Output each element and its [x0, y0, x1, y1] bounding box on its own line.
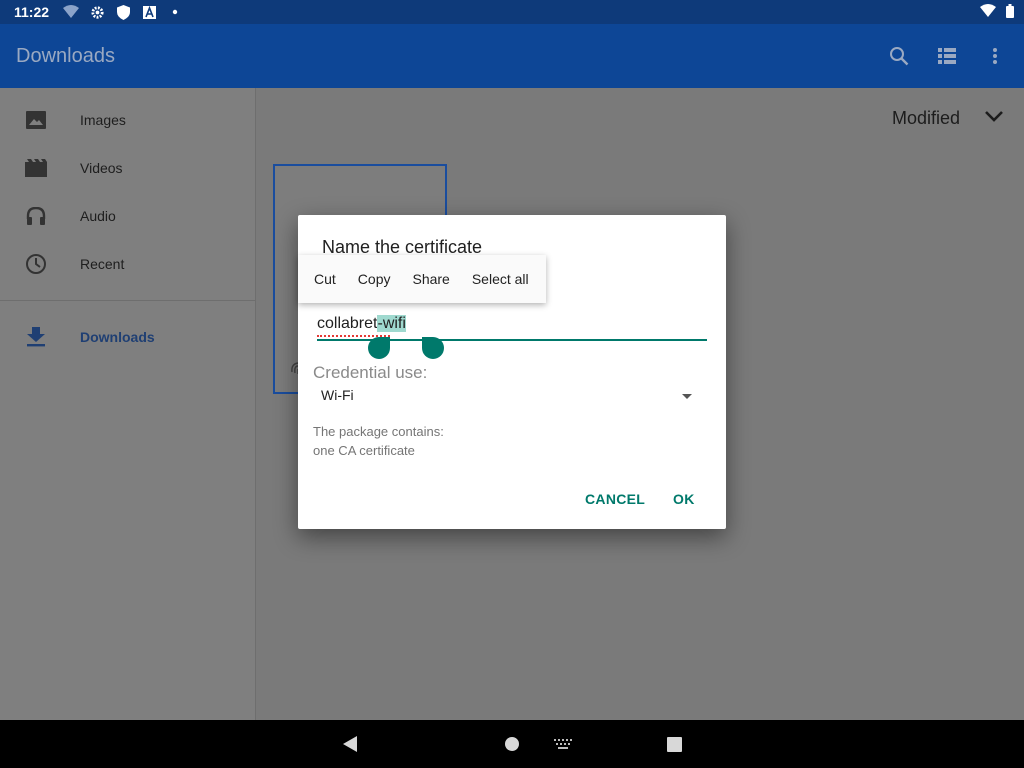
cancel-button[interactable]: CANCEL	[585, 491, 645, 507]
credential-use-dropdown[interactable]: Wi-Fi	[321, 387, 701, 409]
back-button[interactable]	[330, 720, 370, 768]
ok-button[interactable]: OK	[673, 491, 695, 507]
share-menu-item[interactable]: Share	[412, 271, 449, 287]
package-info: The package contains: one CA certificate	[313, 422, 444, 460]
keyboard-icon[interactable]	[543, 720, 583, 768]
sidebar-item-label: Images	[80, 112, 126, 128]
status-bar: 11:22	[0, 0, 1024, 24]
navigation-drawer: Images Videos Audio Recent Downloads	[0, 88, 256, 720]
sidebar-item-images[interactable]: Images	[0, 96, 256, 144]
sidebar-item-label: Videos	[80, 160, 123, 176]
app-title: Downloads	[16, 44, 115, 67]
sidebar-item-recent[interactable]: Recent	[0, 240, 256, 288]
download-icon	[24, 325, 48, 349]
a-badge-icon	[141, 4, 157, 20]
sidebar-item-videos[interactable]: Videos	[0, 144, 256, 192]
battery-icon	[1006, 3, 1014, 21]
name-certificate-dialog: Name the certificate Cut Copy Share Sele…	[298, 215, 726, 529]
cut-menu-item[interactable]: Cut	[314, 271, 336, 287]
selected-text: -wifi	[377, 315, 406, 332]
credential-use-value: Wi-Fi	[321, 387, 354, 403]
dropdown-arrow-icon	[682, 394, 692, 399]
wifi-icon	[980, 4, 996, 20]
image-icon	[24, 108, 48, 132]
shield-icon	[115, 4, 131, 20]
dot-icon	[167, 4, 183, 20]
recents-button[interactable]	[654, 720, 694, 768]
gear-icon	[89, 4, 105, 20]
sidebar-item-label: Downloads	[80, 329, 155, 345]
drawer-divider	[0, 300, 256, 301]
clock-icon	[24, 252, 48, 276]
list-view-icon[interactable]	[934, 43, 960, 69]
sort-control[interactable]: Modified	[892, 106, 1004, 130]
sidebar-item-label: Recent	[80, 256, 125, 272]
select-all-menu-item[interactable]: Select all	[472, 271, 529, 287]
sidebar-item-downloads[interactable]: Downloads	[0, 313, 256, 361]
text-selection-menu: Cut Copy Share Select all	[298, 255, 546, 303]
headphones-icon	[24, 204, 48, 228]
status-time: 11:22	[14, 4, 50, 20]
wifi-question-icon	[63, 4, 80, 20]
package-info-line: one CA certificate	[313, 443, 415, 458]
credential-use-label: Credential use:	[313, 363, 428, 382]
search-icon[interactable]	[886, 43, 912, 69]
certificate-name-text: collabret-wifi	[317, 315, 406, 333]
system-navigation-bar	[0, 720, 1024, 768]
selection-start-handle[interactable]	[368, 337, 390, 359]
copy-menu-item[interactable]: Copy	[358, 271, 391, 287]
sort-label: Modified	[891, 107, 960, 128]
home-button[interactable]	[492, 720, 532, 768]
app-bar: Downloads	[0, 24, 1024, 88]
sidebar-item-audio[interactable]: Audio	[0, 192, 256, 240]
sidebar-item-label: Audio	[80, 208, 116, 224]
more-vert-icon[interactable]	[982, 43, 1008, 69]
name-text-middle: et	[364, 315, 378, 332]
name-text-start: collabr	[317, 315, 365, 332]
selection-end-handle[interactable]	[422, 337, 444, 359]
video-icon	[24, 156, 48, 180]
package-info-line: The package contains:	[313, 424, 444, 439]
chevron-down-icon[interactable]	[984, 109, 1004, 128]
